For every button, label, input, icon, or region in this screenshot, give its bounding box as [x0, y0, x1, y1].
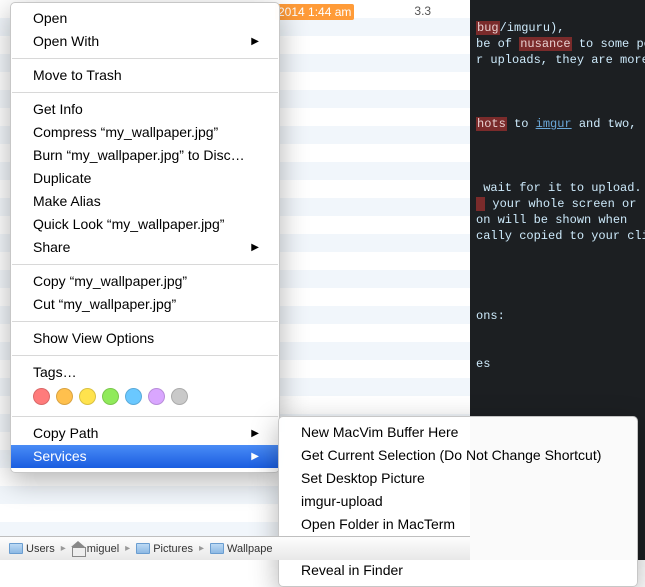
menu-quick-look[interactable]: Quick Look “my_wallpaper.jpg”	[11, 213, 279, 236]
submenu-set-desktop-picture[interactable]: Set Desktop Picture	[279, 467, 637, 490]
path-segment-wallpapers[interactable]: Wallpape	[205, 540, 277, 558]
terminal-line: your whole screen or	[476, 197, 636, 211]
terminal-line: bug/imguru),	[476, 21, 564, 35]
submenu-arrow-icon: ▶	[251, 424, 259, 443]
terminal-line: cally copied to your clip	[476, 229, 645, 243]
menu-burn[interactable]: Burn “my_wallpaper.jpg” to Disc…	[11, 144, 279, 167]
terminal-line: ons:	[476, 309, 505, 323]
tag-blue-icon[interactable]	[125, 388, 142, 405]
terminal-line: es	[476, 357, 490, 371]
menu-share[interactable]: Share▶	[11, 236, 279, 259]
path-bar: Users ▸ miguel ▸ Pictures ▸ Wallpape	[0, 536, 470, 560]
tag-orange-icon[interactable]	[56, 388, 73, 405]
submenu-arrow-icon: ▶	[251, 238, 259, 257]
finder-column-header: 2014 1:44 am 3.3	[275, 0, 431, 20]
menu-separator	[12, 416, 278, 417]
submenu-reveal-in-finder[interactable]: Reveal in Finder	[279, 559, 637, 582]
home-icon	[72, 543, 84, 555]
menu-tags[interactable]: Tags…	[11, 361, 279, 384]
tag-red-icon[interactable]	[33, 388, 50, 405]
menu-open[interactable]: Open	[11, 7, 279, 30]
tag-green-icon[interactable]	[102, 388, 119, 405]
path-segment-users[interactable]: Users	[4, 540, 60, 558]
menu-cut[interactable]: Cut “my_wallpaper.jpg”	[11, 293, 279, 316]
menu-open-with[interactable]: Open With▶	[11, 30, 279, 53]
services-submenu: New MacVim Buffer Here Get Current Selec…	[278, 416, 638, 587]
tag-gray-icon[interactable]	[171, 388, 188, 405]
menu-separator	[12, 355, 278, 356]
submenu-arrow-icon: ▶	[251, 447, 259, 466]
terminal-line: be of nusance to some peop	[476, 37, 645, 51]
path-label: Users	[26, 543, 55, 555]
menu-compress[interactable]: Compress “my_wallpaper.jpg”	[11, 121, 279, 144]
menu-copy-path[interactable]: Copy Path▶	[11, 422, 279, 445]
submenu-new-macvim[interactable]: New MacVim Buffer Here	[279, 421, 637, 444]
menu-get-info[interactable]: Get Info	[11, 98, 279, 121]
submenu-imgur-upload[interactable]: imgur-upload	[279, 490, 637, 513]
file-size-cell: 3.3	[414, 4, 431, 20]
chevron-right-icon: ▸	[61, 543, 66, 554]
file-date-cell: 2014 1:44 am	[275, 4, 354, 20]
terminal-line: hots to imgur and two,	[476, 117, 636, 131]
submenu-arrow-icon: ▶	[251, 32, 259, 51]
menu-separator	[12, 264, 278, 265]
tag-purple-icon[interactable]	[148, 388, 165, 405]
terminal-line: on will be shown when	[476, 213, 627, 227]
path-segment-pictures[interactable]: Pictures	[131, 540, 198, 558]
menu-separator	[12, 92, 278, 93]
path-label: Wallpape	[227, 543, 272, 555]
menu-move-to-trash[interactable]: Move to Trash	[11, 64, 279, 87]
menu-copy[interactable]: Copy “my_wallpaper.jpg”	[11, 270, 279, 293]
terminal-line: wait for it to upload.	[476, 181, 642, 195]
tags-color-row	[11, 384, 279, 411]
chevron-right-icon: ▸	[125, 543, 130, 554]
path-segment-home[interactable]: miguel	[67, 540, 124, 558]
menu-make-alias[interactable]: Make Alias	[11, 190, 279, 213]
menu-services[interactable]: Services▶	[11, 445, 279, 468]
submenu-open-macterm[interactable]: Open Folder in MacTerm	[279, 513, 637, 536]
menu-duplicate[interactable]: Duplicate	[11, 167, 279, 190]
menu-show-view-options[interactable]: Show View Options	[11, 327, 279, 350]
chevron-right-icon: ▸	[199, 543, 204, 554]
folder-icon	[136, 543, 150, 554]
context-menu: Open Open With▶ Move to Trash Get Info C…	[10, 2, 280, 473]
folder-icon	[210, 543, 224, 554]
menu-separator	[12, 321, 278, 322]
path-label: Pictures	[153, 543, 193, 555]
submenu-get-selection[interactable]: Get Current Selection (Do Not Change Sho…	[279, 444, 637, 467]
folder-icon	[9, 543, 23, 554]
terminal-line: r uploads, they are more t	[476, 53, 645, 67]
tag-yellow-icon[interactable]	[79, 388, 96, 405]
menu-separator	[12, 58, 278, 59]
path-label: miguel	[87, 543, 119, 555]
